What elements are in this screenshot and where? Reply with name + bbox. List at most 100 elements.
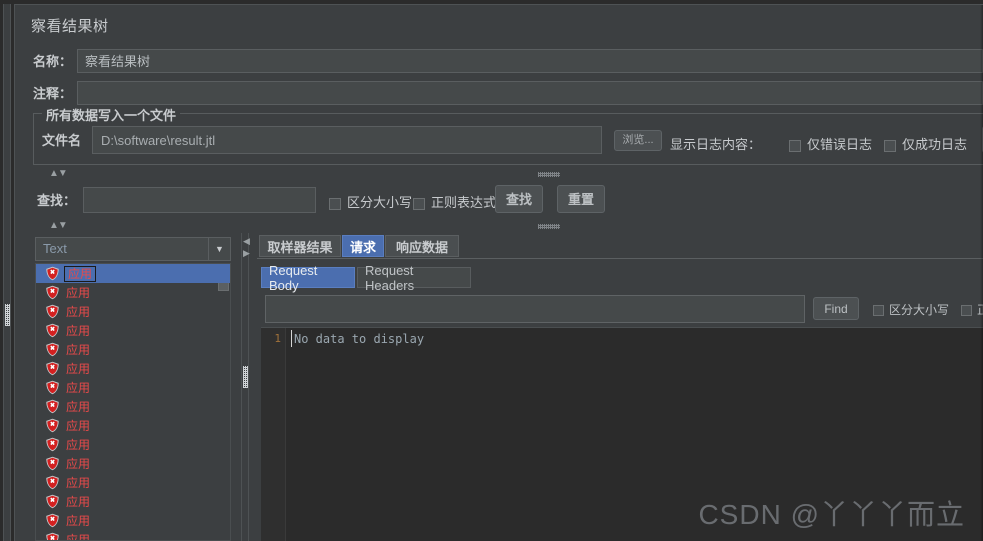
splitter-horizontal-top[interactable]: ▲▼ bbox=[15, 168, 983, 181]
checkbox-box-icon bbox=[789, 139, 801, 152]
view-results-tree-panel: 察看结果树 名称： 察看结果树 注释： 所有数据写入一个文件 文件名 D:\so… bbox=[14, 4, 983, 541]
browse-button[interactable]: 浏览... bbox=[614, 130, 662, 151]
search-toolbar: 查找： 区分大小写 正则表达式 查找 重置 bbox=[33, 183, 983, 217]
search-regex-label: 正则表达式 bbox=[431, 195, 497, 210]
find-case-sensitive-label: 区分大小写 bbox=[889, 303, 950, 317]
tree-row[interactable]: 应用 bbox=[36, 416, 230, 435]
shield-error-icon bbox=[45, 380, 60, 395]
tabbar-underline bbox=[257, 258, 983, 259]
shield-error-icon bbox=[45, 266, 60, 281]
splitter-grip-icon bbox=[243, 366, 248, 388]
splitter-collapse-right-icon[interactable]: ▶ bbox=[243, 249, 250, 258]
renderer-combobox[interactable]: Text ▼ bbox=[35, 237, 231, 261]
filename-input[interactable]: D:\software\result.jtl bbox=[92, 126, 602, 154]
search-input[interactable] bbox=[83, 187, 316, 213]
renderer-selected-value: Text bbox=[43, 241, 67, 256]
shield-error-icon bbox=[45, 437, 60, 452]
tree-item-label: 应用 bbox=[66, 437, 91, 452]
search-label: 查找： bbox=[37, 193, 77, 208]
tree-item-label: 应用 bbox=[66, 342, 91, 357]
shield-error-icon bbox=[45, 456, 60, 471]
splitter-collapse-arrows-icon[interactable]: ▲▼ bbox=[49, 169, 68, 179]
shield-error-icon bbox=[45, 323, 60, 338]
tree-item-label: 应用 bbox=[66, 399, 91, 414]
tree-row[interactable]: 应用 bbox=[36, 435, 230, 454]
reset-button[interactable]: 重置 bbox=[557, 185, 605, 213]
tree-item-label: 应用 bbox=[66, 456, 91, 471]
chevron-down-icon[interactable]: ▼ bbox=[208, 238, 230, 260]
checkbox-box-icon bbox=[884, 139, 896, 152]
code-content: No data to display bbox=[294, 332, 425, 346]
result-tabbar: 取样器结果 请求 响应数据 bbox=[257, 235, 983, 259]
tab-1[interactable]: 取样器结果 bbox=[259, 235, 341, 257]
shield-error-icon bbox=[45, 361, 60, 376]
tab-3[interactable]: 响应数据 bbox=[385, 235, 459, 257]
tree-item-label: 应用 bbox=[66, 323, 91, 338]
groupbox-legend: 所有数据写入一个文件 bbox=[42, 105, 181, 124]
tree-item-label: 应用 bbox=[64, 265, 97, 282]
tree-row[interactable]: 应用 bbox=[36, 397, 230, 416]
jmeter-window: 察看结果树 名称： 察看结果树 注释： 所有数据写入一个文件 文件名 D:\so… bbox=[0, 0, 983, 541]
tree-row[interactable]: 应用 bbox=[36, 321, 230, 340]
success-only-checkbox[interactable]: 仅成功日志 bbox=[884, 134, 967, 153]
tab-2[interactable]: 请求 bbox=[342, 235, 384, 257]
comment-label: 注释： bbox=[33, 86, 73, 101]
search-case-sensitive-checkbox[interactable]: 区分大小写 bbox=[329, 192, 412, 211]
tree-item-label: 应用 bbox=[66, 513, 91, 528]
tree-item-label: 应用 bbox=[66, 494, 91, 509]
splitter-collapse-left-icon[interactable]: ◀ bbox=[243, 237, 250, 246]
checkbox-box-icon bbox=[873, 305, 884, 317]
success-only-label: 仅成功日志 bbox=[902, 137, 968, 152]
splitter-vertical[interactable] bbox=[241, 233, 249, 541]
shield-error-icon bbox=[45, 399, 60, 414]
search-button[interactable]: 查找 bbox=[495, 185, 543, 213]
name-input[interactable]: 察看结果树 bbox=[77, 49, 983, 73]
tree-row[interactable]: 应用 bbox=[36, 359, 230, 378]
tree-item-label: 应用 bbox=[66, 532, 91, 541]
errors-only-label: 仅错误日志 bbox=[807, 137, 873, 152]
tree-row[interactable]: 应用 bbox=[36, 302, 230, 321]
tree-item-label: 应用 bbox=[66, 418, 91, 433]
tree-row[interactable]: 应用 bbox=[36, 492, 230, 511]
request-subtabbar: Request Body Request Headers bbox=[261, 263, 983, 293]
tree-row[interactable]: 应用 bbox=[36, 473, 230, 492]
code-gutter: 1 bbox=[261, 328, 286, 541]
errors-only-checkbox[interactable]: 仅错误日志 bbox=[789, 134, 872, 153]
comment-input[interactable] bbox=[77, 81, 983, 105]
find-button[interactable]: Find bbox=[813, 297, 859, 320]
tree-item-label: 应用 bbox=[66, 380, 91, 395]
tree-row[interactable]: 应用 bbox=[36, 454, 230, 473]
search-case-sensitive-label: 区分大小写 bbox=[347, 195, 413, 210]
shield-error-icon bbox=[45, 475, 60, 490]
page-title: 察看结果树 bbox=[31, 18, 109, 35]
tree-item-label: 应用 bbox=[66, 285, 91, 300]
name-label: 名称： bbox=[33, 54, 73, 69]
splitter-collapse-arrows-icon[interactable]: ▲▼ bbox=[49, 221, 68, 231]
csdn-watermark: CSDN @丫丫丫而立 bbox=[698, 499, 965, 530]
splitter-grip-icon bbox=[538, 172, 560, 177]
shield-error-icon bbox=[45, 342, 60, 357]
subtab-1[interactable]: Request Body bbox=[261, 263, 355, 293]
text-caret bbox=[291, 330, 292, 347]
write-all-data-groupbox: 所有数据写入一个文件 文件名 D:\software\result.jtl 浏览… bbox=[33, 105, 983, 165]
line-number: 1 bbox=[274, 332, 281, 345]
find-case-sensitive-checkbox[interactable]: 区分大小写 bbox=[873, 301, 949, 318]
comment-row: 注释： bbox=[15, 81, 983, 105]
find-toolbar: Find 区分大小写 正则表达式 bbox=[261, 293, 983, 325]
find-input[interactable] bbox=[265, 295, 805, 323]
search-regex-checkbox[interactable]: 正则表达式 bbox=[413, 192, 496, 211]
checkbox-box-icon bbox=[961, 305, 972, 317]
tree-row[interactable]: 应用 bbox=[36, 283, 230, 302]
shield-error-icon bbox=[45, 418, 60, 433]
outer-splitter-vertical[interactable] bbox=[3, 4, 11, 541]
tree-item-label: 应用 bbox=[66, 361, 91, 376]
tree-row[interactable]: 应用 bbox=[36, 378, 230, 397]
splitter-horizontal-bottom[interactable]: ▲▼ bbox=[15, 220, 983, 233]
subtab-2[interactable]: Request Headers bbox=[357, 263, 471, 293]
tree-row[interactable]: 应用 bbox=[36, 511, 230, 530]
tree-row[interactable]: 应用 bbox=[36, 264, 230, 283]
filename-label: 文件名 bbox=[42, 133, 82, 148]
tree-row[interactable]: 应用 bbox=[36, 530, 230, 541]
tree-row[interactable]: 应用 bbox=[36, 340, 230, 359]
results-tree[interactable]: 应用应用应用应用应用应用应用应用应用应用应用应用应用应用应用应用 bbox=[35, 263, 231, 541]
